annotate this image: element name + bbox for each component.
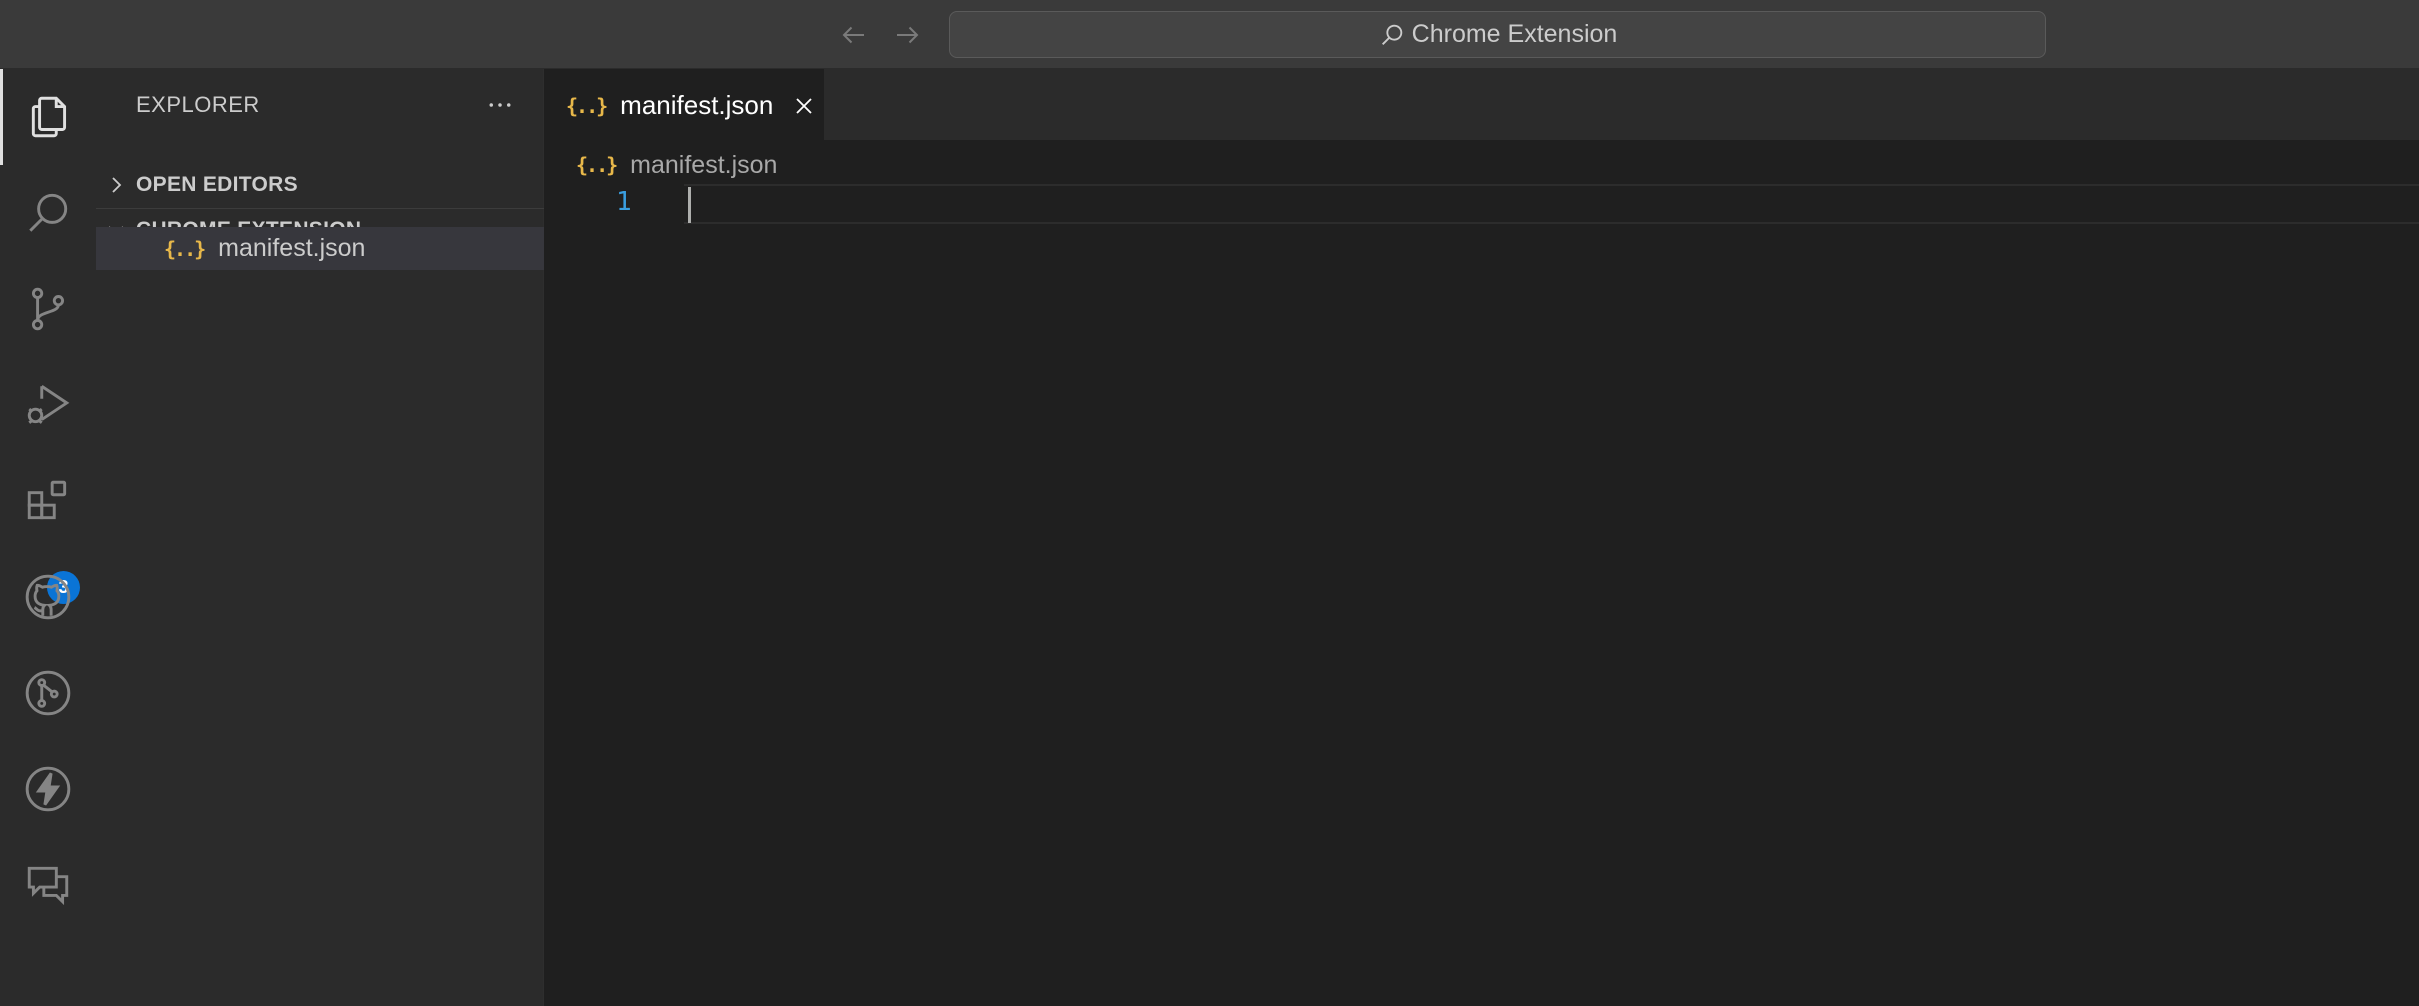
search-icon [29, 193, 68, 232]
command-center-text: Chrome Extension [1411, 20, 1618, 48]
git-graph-icon [25, 670, 71, 716]
run-debug-icon [27, 385, 70, 424]
title-bar: Chrome Extension [0, 0, 2419, 69]
lightning-icon [25, 766, 71, 812]
activity-source-control[interactable] [0, 261, 96, 357]
files-icon [31, 96, 66, 138]
file-item-manifest[interactable]: {..} manifest.json [96, 227, 544, 270]
activity-comments[interactable] [0, 837, 96, 933]
breadcrumb-file[interactable]: manifest.json [630, 151, 777, 180]
text-cursor[interactable] [688, 187, 691, 223]
line-number: 1 [616, 187, 632, 217]
json-file-icon: {..} [576, 153, 618, 177]
section-open-editors-label: OPEN EDITORS [136, 172, 298, 196]
json-file-icon: {..} [164, 236, 206, 261]
more-actions-button[interactable] [480, 85, 520, 125]
search-icon [1381, 24, 1402, 45]
extensions-icon [27, 480, 67, 520]
breadcrumb[interactable]: {..} manifest.json [576, 147, 777, 183]
current-line-highlight [684, 184, 2419, 224]
activity-extensions[interactable] [0, 453, 96, 549]
explorer-sidebar: EXPLORER OPEN EDITORS CHROME EXTENSION {… [96, 69, 544, 1006]
activity-run-debug[interactable] [0, 357, 96, 453]
activity-github[interactable] [0, 549, 96, 645]
sidebar-title: EXPLORER [136, 92, 260, 117]
activity-lightning[interactable] [0, 741, 96, 837]
activity-search[interactable] [0, 165, 96, 261]
source-control-icon [31, 287, 65, 331]
activity-git-graph[interactable] [0, 645, 96, 741]
comments-icon [27, 866, 69, 906]
activity-explorer[interactable] [0, 69, 96, 165]
chevron-right-icon [112, 176, 122, 193]
section-open-editors[interactable]: OPEN EDITORS [96, 163, 544, 206]
arrow-left-icon [842, 26, 864, 44]
back-button[interactable] [837, 18, 871, 52]
json-file-icon: {..} [566, 93, 608, 118]
activity-bar: 3 [0, 69, 96, 1006]
forward-button[interactable] [890, 18, 924, 52]
tab-label: manifest.json [620, 90, 774, 120]
close-icon [796, 97, 812, 114]
sidebar-header: EXPLORER [96, 69, 544, 137]
command-center-search[interactable]: Chrome Extension [949, 11, 2046, 58]
ellipsis-icon [489, 103, 511, 107]
editor-tab-bar: {..} manifest.json [544, 69, 2419, 140]
arrow-right-icon [897, 26, 919, 44]
editor-area: {..} manifest.json {..} manifest.json 1 [544, 69, 2419, 1006]
github-icon [25, 574, 71, 620]
file-item-label: manifest.json [218, 234, 366, 262]
tab-close-button[interactable] [789, 91, 819, 121]
tab-manifest-json[interactable]: {..} manifest.json [544, 69, 824, 140]
